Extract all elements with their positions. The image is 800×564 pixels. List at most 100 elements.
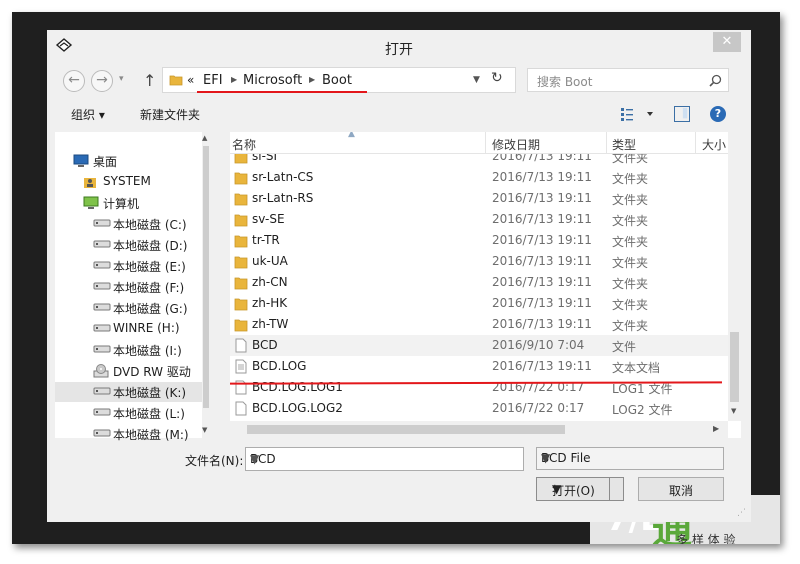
- file-row[interactable]: BCD 2016/9/10 7:04 文件: [230, 335, 728, 356]
- file-type: 文件夹: [612, 319, 649, 333]
- file-name: zh-TW: [252, 317, 289, 331]
- filename-label: 文件名(N):: [185, 454, 244, 468]
- file-date: 2016/7/13 19:11: [492, 212, 592, 226]
- tree-item[interactable]: 本地磁盘 (M:): [55, 424, 202, 444]
- tree-item-label: 本地磁盘 (E:): [113, 260, 186, 274]
- filename-dropdown-icon[interactable]: ▼: [250, 452, 259, 466]
- view-options-icon[interactable]: [620, 106, 658, 122]
- tree-item[interactable]: 计算机: [55, 193, 202, 213]
- column-type[interactable]: 类型: [612, 136, 636, 153]
- column-size[interactable]: 大小: [702, 136, 726, 153]
- up-folder-button[interactable]: ↑: [143, 71, 156, 90]
- recent-locations-dropdown[interactable]: ▾: [119, 74, 124, 84]
- navigation-scrollbar[interactable]: ▲ ▼: [202, 132, 210, 438]
- new-folder-button[interactable]: 新建文件夹: [140, 106, 200, 123]
- breadcrumb-separator[interactable]: ▶: [309, 75, 315, 84]
- file-name: BCD.LOG: [252, 359, 307, 373]
- tree-item-label: 桌面: [93, 155, 118, 169]
- screenshot-stage: 7/E通多 样 体 验 打开 ✕ ← → ▾ ↑ « EFI ▶ Microso…: [0, 0, 800, 564]
- resize-grip-icon[interactable]: ⋰: [737, 508, 746, 518]
- preview-pane-icon[interactable]: [674, 106, 690, 122]
- help-icon[interactable]: ?: [710, 106, 726, 122]
- sort-ascending-icon: ▲: [348, 132, 355, 139]
- chevron-down-icon[interactable]: ▼: [541, 451, 550, 465]
- drive-icon: [93, 217, 111, 231]
- open-options-dropdown-icon[interactable]: ▼: [552, 482, 561, 496]
- tree-item[interactable]: 本地磁盘 (L:): [55, 403, 202, 423]
- tree-item[interactable]: WINRE (H:): [55, 319, 202, 339]
- folder-icon: [234, 296, 248, 311]
- file-name: BCD: [252, 338, 278, 352]
- cancel-button[interactable]: 取消: [638, 477, 724, 501]
- tree-item[interactable]: 本地磁盘 (F:): [55, 277, 202, 297]
- close-button[interactable]: ✕: [713, 32, 741, 52]
- scrollbar-thumb[interactable]: [247, 425, 565, 434]
- file-row[interactable]: sv-SE 2016/7/13 19:11 文件夹: [230, 209, 728, 230]
- file-row[interactable]: zh-HK 2016/7/13 19:11 文件夹: [230, 293, 728, 314]
- address-bar[interactable]: « EFI ▶ Microsoft ▶ Boot ▼: [162, 67, 516, 93]
- file-type-filter[interactable]: BCD File ▼: [536, 447, 724, 470]
- scrollbar-thumb[interactable]: [730, 332, 739, 402]
- file-type: 文本文档: [612, 361, 661, 375]
- scrollbar-thumb[interactable]: [203, 146, 209, 408]
- column-name[interactable]: 名称: [232, 136, 256, 153]
- scroll-down-icon[interactable]: ▼: [731, 407, 736, 415]
- tree-item[interactable]: DVD RW 驱动: [55, 361, 202, 381]
- tree-item[interactable]: 本地磁盘 (E:): [55, 256, 202, 276]
- file-list-vertical-scrollbar[interactable]: ▼: [728, 132, 741, 421]
- back-button[interactable]: ←: [63, 70, 85, 92]
- search-box[interactable]: 搜索 Boot: [527, 68, 729, 92]
- scroll-down-icon[interactable]: ▼: [202, 426, 207, 434]
- breadcrumb-boot[interactable]: Boot: [322, 73, 352, 88]
- address-overflow-chevron[interactable]: «: [187, 73, 194, 87]
- tree-item[interactable]: 本地磁盘 (K:): [55, 382, 202, 402]
- file-row[interactable]: BCD.LOG 2016/7/13 19:11 文本文档: [230, 356, 728, 377]
- tree-item[interactable]: 本地磁盘 (D:): [55, 235, 202, 255]
- file-date: 2016/7/13 19:11: [492, 359, 592, 373]
- tree-item[interactable]: 本地磁盘 (G:): [55, 298, 202, 318]
- breadcrumb-microsoft[interactable]: Microsoft: [243, 73, 302, 88]
- filename-input[interactable]: BCD ▼: [245, 447, 524, 471]
- title-bar: 打开 ✕: [47, 30, 751, 64]
- folder-icon: [234, 170, 248, 185]
- tree-item-label: 本地磁盘 (L:): [113, 407, 185, 421]
- tree-item-label: 本地磁盘 (F:): [113, 281, 185, 295]
- forward-button[interactable]: →: [91, 70, 113, 92]
- scroll-up-icon[interactable]: ▲: [202, 134, 207, 142]
- file-row[interactable]: sr-Latn-CS 2016/7/13 19:11 文件夹: [230, 167, 728, 188]
- file-type: 文件夹: [612, 193, 649, 207]
- drive-icon: [93, 406, 111, 420]
- open-button[interactable]: 打开(O) ▼: [536, 477, 624, 501]
- file-row[interactable]: sr-Latn-RS 2016/7/13 19:11 文件夹: [230, 188, 728, 209]
- folder-icon: [234, 212, 248, 227]
- breadcrumb-efi[interactable]: EFI: [203, 73, 223, 88]
- organize-menu[interactable]: 组织 ▾: [71, 106, 105, 123]
- file-list: ▲ 名称 修改日期 类型 大小 sl-SI 2016/7/13 19:11 文件夹 s…: [230, 132, 741, 438]
- scroll-right-icon[interactable]: ▶: [713, 424, 719, 433]
- tree-item[interactable]: 本地磁盘 (C:): [55, 214, 202, 234]
- file-date: 2016/7/13 19:11: [492, 275, 592, 289]
- file-row[interactable]: uk-UA 2016/7/13 19:11 文件夹: [230, 251, 728, 272]
- tree-item-label: WINRE (H:): [113, 321, 180, 335]
- file-row[interactable]: tr-TR 2016/7/13 19:11 文件夹: [230, 230, 728, 251]
- tree-item[interactable]: 桌面: [55, 151, 202, 171]
- tree-item[interactable]: SYSTEM: [55, 172, 202, 192]
- drive-icon: [93, 322, 111, 336]
- file-row[interactable]: zh-TW 2016/7/13 19:11 文件夹: [230, 314, 728, 335]
- user-folder-icon: [83, 175, 97, 192]
- file-icon: [234, 338, 248, 353]
- breadcrumb-separator[interactable]: ▶: [231, 75, 237, 84]
- file-row[interactable]: BCD.LOG.LOG1 2016/7/22 0:17 LOG1 文件: [230, 377, 728, 398]
- file-date: 2016/7/13 19:11: [492, 254, 592, 268]
- file-row[interactable]: BCD.LOG.LOG2 2016/7/22 0:17 LOG2 文件: [230, 398, 728, 419]
- file-type: 文件夹: [612, 235, 649, 249]
- tree-item[interactable]: 本地磁盘 (I:): [55, 340, 202, 360]
- address-dropdown-icon[interactable]: ▼: [473, 75, 480, 85]
- file-list-horizontal-scrollbar[interactable]: ▶: [230, 421, 728, 438]
- computer-icon: [83, 196, 99, 213]
- folder-icon: [169, 75, 183, 86]
- drive-icon: [93, 259, 111, 273]
- column-date[interactable]: 修改日期: [492, 136, 540, 153]
- refresh-button[interactable]: ↻: [491, 70, 503, 86]
- file-row[interactable]: zh-CN 2016/7/13 19:11 文件夹: [230, 272, 728, 293]
